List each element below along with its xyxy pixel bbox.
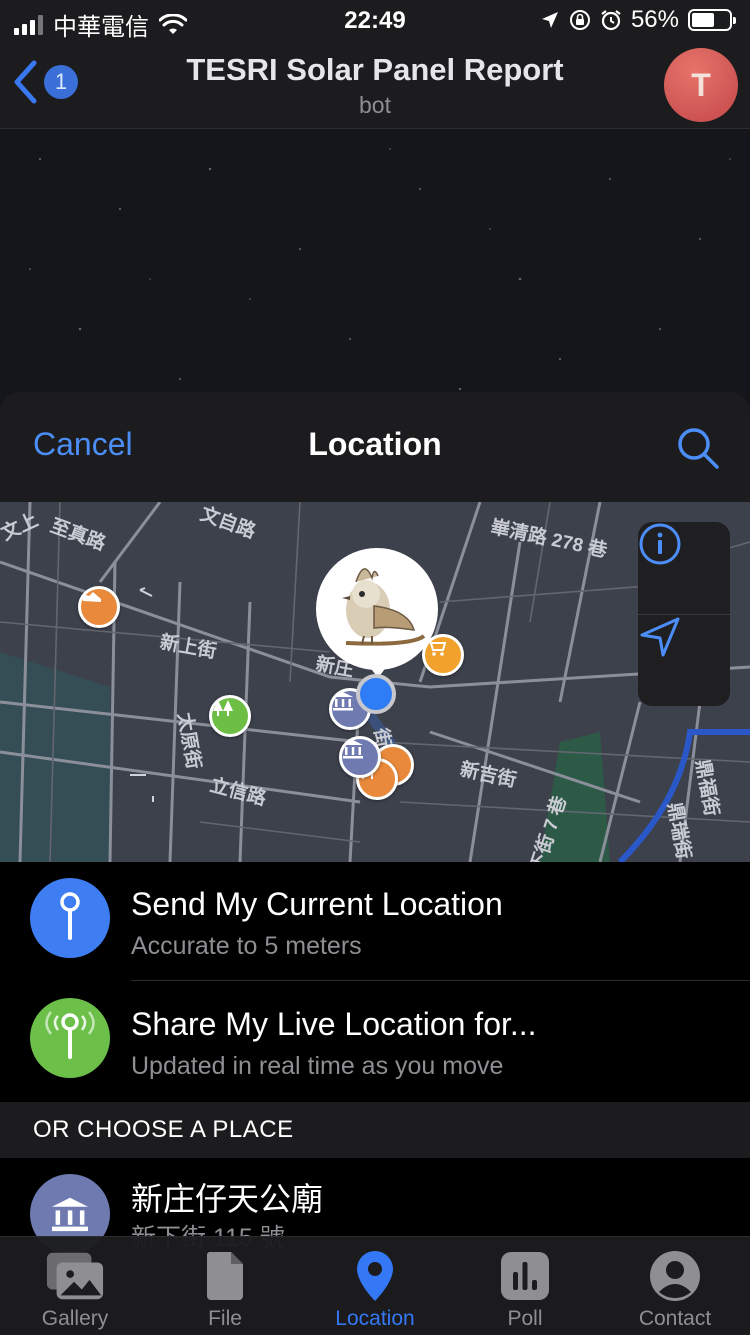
orientation-lock-icon	[569, 10, 590, 30]
row-divider	[131, 980, 750, 981]
sheet-title: Location	[308, 426, 442, 462]
tab-poll[interactable]: Poll	[450, 1237, 600, 1335]
battery-percent: 56%	[630, 6, 679, 33]
search-button[interactable]	[676, 426, 720, 475]
chat-background	[0, 129, 750, 429]
temple-icon	[343, 740, 363, 759]
place-name: 新庄仔天公廟	[131, 1181, 324, 1217]
location-pin-icon	[345, 1249, 405, 1303]
share-live-title: Share My Live Location for...	[131, 1006, 537, 1042]
map-locate-button[interactable]	[638, 615, 730, 707]
current-location-dot	[356, 674, 396, 714]
starfield	[29, 148, 731, 400]
shoe-icon	[83, 592, 101, 602]
map-poi-shoe[interactable]	[78, 586, 120, 628]
file-icon	[195, 1249, 255, 1303]
info-icon	[639, 523, 681, 565]
battery-icon	[688, 9, 736, 31]
places-section-title: OR CHOOSE A PLACE	[33, 1116, 294, 1143]
map-view[interactable]: 至真路 文上 文自路 崋清路 278 巷 新上街 新庄 太原街 立信路 新吉街 …	[0, 502, 750, 862]
map-poi-temple-2[interactable]	[339, 736, 381, 778]
tab-gallery-label: Gallery	[41, 1307, 109, 1330]
share-live-location-row[interactable]: Share My Live Location for... Updated in…	[0, 982, 750, 1094]
pin-icon	[30, 878, 110, 958]
poll-icon	[495, 1249, 555, 1303]
gallery-icon	[45, 1249, 105, 1303]
user-avatar-bubble[interactable]	[316, 548, 438, 670]
contact-icon	[645, 1249, 705, 1303]
map-poi-park[interactable]	[209, 695, 251, 737]
send-current-location-row[interactable]: Send My Current Location Accurate to 5 m…	[0, 862, 750, 981]
tab-contact-label: Contact	[638, 1307, 712, 1330]
location-actions: Send My Current Location Accurate to 5 m…	[0, 862, 750, 1102]
alarm-icon	[601, 10, 621, 31]
tab-location[interactable]: Location	[300, 1237, 450, 1335]
temple-icon	[333, 692, 353, 711]
chat-nav-bar: 1 TESRI Solar Panel Report bot T	[0, 40, 750, 129]
tab-file[interactable]: File	[150, 1237, 300, 1335]
tab-gallery[interactable]: Gallery	[0, 1237, 150, 1335]
status-bar: 中華電信 22:49 56%	[0, 0, 750, 41]
places-section-header: OR CHOOSE A PLACE	[0, 1102, 750, 1158]
chat-title: TESRI Solar Panel Report	[186, 52, 564, 87]
map-controls	[638, 522, 730, 706]
bird-avatar-icon	[342, 568, 426, 646]
map-info-button[interactable]	[638, 522, 730, 614]
tab-location-label: Location	[335, 1307, 415, 1330]
share-live-subtitle: Updated in real time as you move	[131, 1052, 504, 1080]
location-sheet: Cancel Location 至真路 文上 文自路 崋清路 278 巷 新上街…	[0, 392, 750, 1334]
park-icon	[213, 700, 233, 716]
attachment-tab-bar: Gallery File Location Poll Contact	[0, 1236, 750, 1335]
chat-avatar[interactable]: T	[664, 48, 738, 122]
tab-file-label: File	[208, 1307, 242, 1330]
sheet-header: Cancel Location	[0, 392, 750, 502]
send-current-subtitle: Accurate to 5 meters	[131, 932, 362, 960]
location-arrow-icon	[541, 12, 558, 28]
tab-contact[interactable]: Contact	[600, 1237, 750, 1335]
tab-poll-label: Poll	[507, 1307, 543, 1330]
search-icon	[678, 428, 719, 469]
live-location-icon	[30, 998, 110, 1078]
send-current-title: Send My Current Location	[131, 886, 503, 922]
status-right: 56%	[540, 6, 736, 34]
navigation-arrow-icon	[640, 617, 680, 657]
chat-subtitle: bot	[359, 92, 391, 118]
